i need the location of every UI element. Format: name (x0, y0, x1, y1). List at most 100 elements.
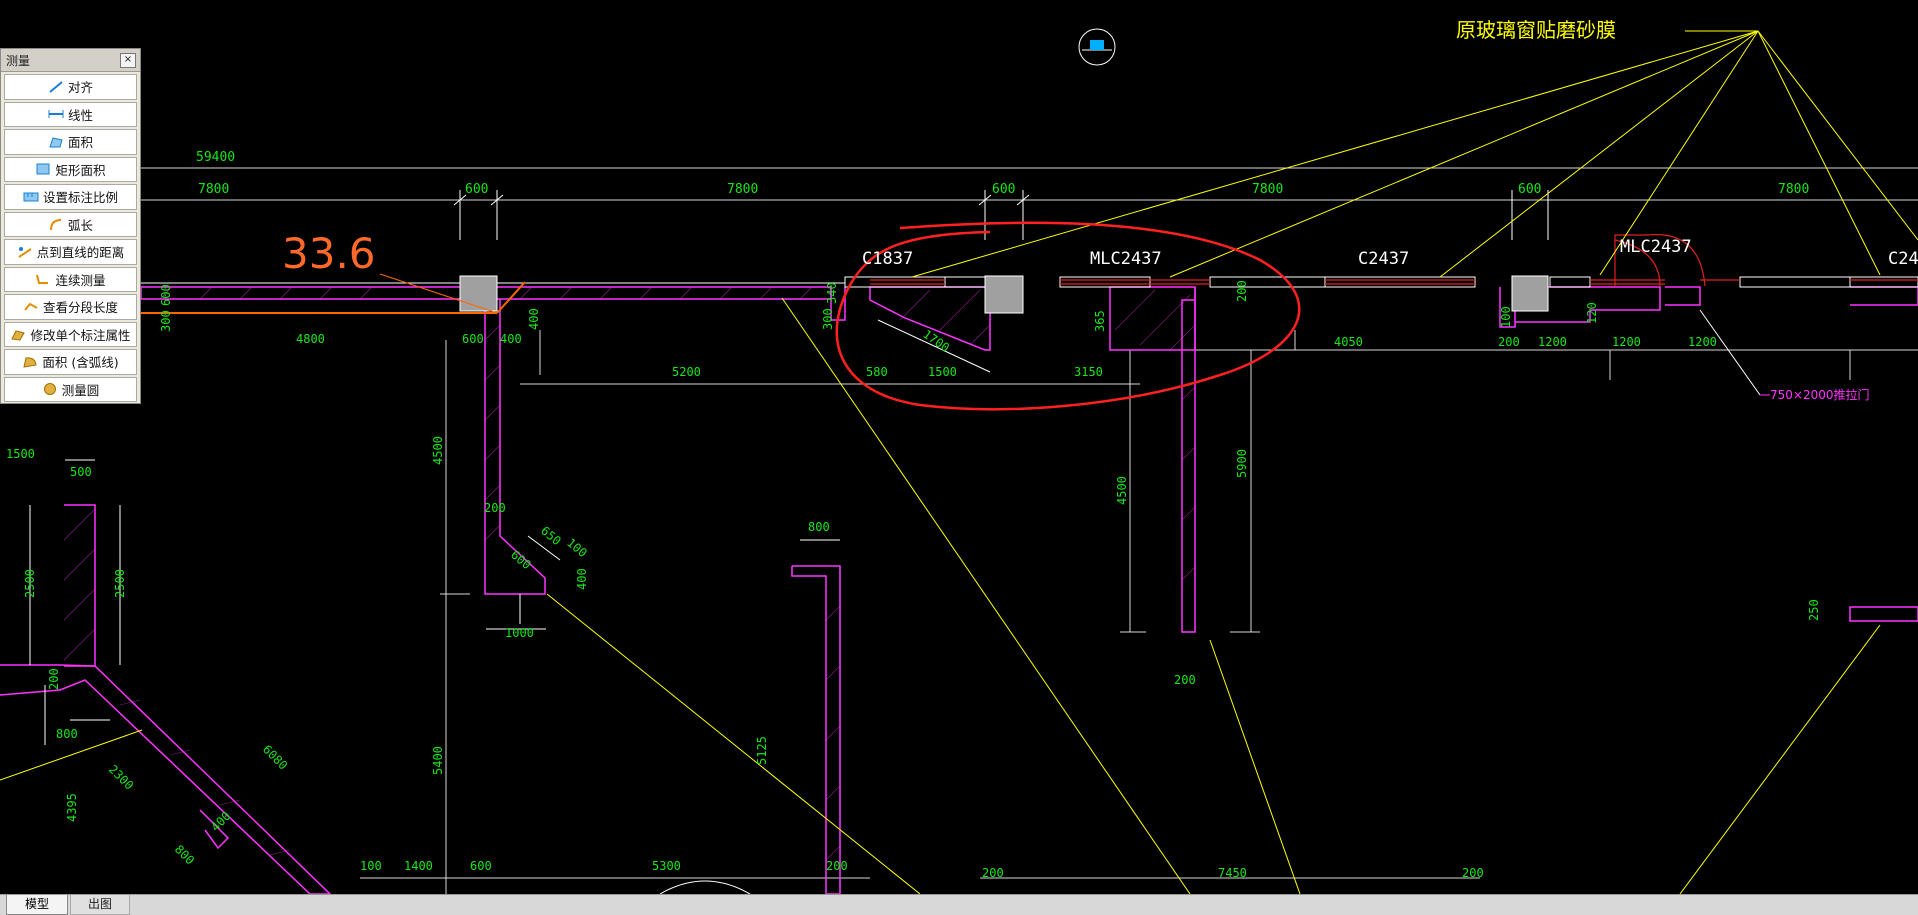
tool-area[interactable]: 面积 (4, 129, 137, 155)
dim-text: 400 (527, 308, 541, 330)
dim-text: 7450 (1218, 866, 1247, 880)
measure-panel-titlebar[interactable]: 测量 × (1, 49, 140, 72)
dimension-texts: 4800 600 400 5200 580 1500 3150 4050 200… (6, 280, 1821, 880)
dim-text: 400 (575, 568, 589, 590)
dim-text: 1200 (1688, 335, 1717, 349)
dim-text: 4800 (296, 332, 325, 346)
dim-text: 6080 (260, 742, 290, 772)
dim-text: 365 (1093, 310, 1107, 332)
tool-label: 面积 (含弧线) (42, 355, 119, 371)
label-mlc2437-a: MLC2437 (1090, 249, 1162, 269)
dim-text: 200 (484, 501, 506, 515)
dim-text: 3150 (1074, 365, 1103, 379)
tool-rect-area[interactable]: 矩形面积 (4, 156, 137, 182)
dim-text: 600 (462, 332, 484, 346)
arc-area-icon (23, 357, 37, 368)
walls (0, 286, 1918, 894)
point-line-distance-icon (18, 246, 32, 258)
tool-label: 对齐 (67, 80, 93, 96)
tool-set-scale[interactable]: 设置标注比例 (4, 184, 137, 210)
dim-text: 100 (360, 859, 382, 873)
top-dim-6: 600 (1518, 182, 1541, 197)
cad-drawing: 原玻璃窗贴磨砂膜 33.6 750×2000推拉门 C1837 MLC2437 … (0, 18, 1918, 894)
top-dim-3: 7800 (727, 182, 758, 197)
dim-ticks (453, 190, 1549, 240)
dim-text: 5300 (652, 859, 681, 873)
dim-text: 120 (1585, 302, 1599, 324)
dim-text: 4500 (1115, 476, 1129, 505)
dim-text: 800 (56, 727, 78, 741)
close-button[interactable]: × (120, 53, 136, 68)
label-c1837: C1837 (862, 249, 913, 269)
tool-aligned[interactable]: 对齐 (4, 74, 137, 100)
dim-text: 580 (866, 365, 888, 379)
dim-text: 5900 (1235, 449, 1249, 478)
top-dim-1: 7800 (198, 182, 229, 197)
tool-label: 修改单个标注属性 (30, 327, 131, 343)
edit-dimension-icon (11, 330, 26, 341)
top-dim-5: 7800 (1252, 182, 1283, 197)
top-dim-4: 600 (992, 182, 1015, 197)
area-icon (49, 137, 63, 148)
dim-text: 5200 (672, 365, 701, 379)
wall-hatch (63, 286, 1196, 861)
tool-label: 线性 (67, 107, 93, 123)
drawing-canvas[interactable]: 原玻璃窗贴磨砂膜 33.6 750×2000推拉门 C1837 MLC2437 … (0, 0, 1918, 894)
tool-linear[interactable]: 线性 (4, 101, 137, 127)
top-dim-7: 7800 (1778, 182, 1809, 197)
dim-text: 500 (70, 465, 92, 479)
dim-text: 1500 (928, 365, 957, 379)
continuous-measure-icon (36, 275, 49, 285)
measure-panel[interactable]: 测量 × 对齐 线性 面积 矩形面积 设置标注比例 弧长 点到直线的距离 连续测… (0, 48, 141, 404)
dim-text: 300 (821, 308, 835, 330)
dim-text: 1500 (6, 447, 35, 461)
tool-label: 测量圆 (61, 382, 100, 398)
tool-label: 弧长 (67, 217, 93, 233)
dim-text: 600 (159, 284, 173, 306)
dim-text: 2500 (113, 569, 127, 598)
top-dim-2: 600 (465, 182, 488, 197)
dim-text: 400 (208, 809, 233, 834)
dim-text: 340 (825, 282, 839, 304)
dim-text: 4395 (65, 793, 79, 822)
segment-length-icon (24, 302, 38, 311)
tool-arc-area[interactable]: 面积 (含弧线) (4, 349, 137, 375)
dim-text: 2300 (106, 762, 136, 792)
arc-door (29, 309, 1770, 894)
tool-continuous-measure[interactable]: 连续测量 (4, 266, 137, 292)
tool-segment-length[interactable]: 查看分段长度 (4, 294, 137, 320)
tab-print[interactable]: 出图 (70, 895, 130, 915)
tab-model[interactable]: 模型 (6, 895, 68, 915)
dim-text: 600 (470, 859, 492, 873)
scale-icon (23, 192, 39, 202)
dim-text: 1000 (505, 626, 534, 640)
dim-text: 100 (1499, 306, 1513, 328)
dim-text: 250 (1807, 599, 1821, 621)
dim-text: 1400 (404, 859, 433, 873)
dim-text: 100 (564, 536, 590, 561)
columns (459, 275, 1549, 314)
tool-circle-measure[interactable]: 测量圆 (4, 376, 137, 402)
arc-length-icon (49, 219, 62, 231)
dim-text: 600 (508, 548, 534, 573)
tool-point-line-distance[interactable]: 点到直线的距离 (4, 239, 137, 265)
tool-edit-dimension[interactable]: 修改单个标注属性 (4, 321, 137, 347)
tool-label: 矩形面积 (55, 162, 106, 178)
rect-area-icon (36, 163, 50, 175)
dim-text: 2500 (23, 569, 37, 598)
dim-text: 200 (826, 859, 848, 873)
tool-arc-length[interactable]: 弧长 (4, 211, 137, 237)
dim-text: 400 (500, 332, 522, 346)
north-symbol (1078, 28, 1116, 66)
layout-tabbar: 模型 出图 (0, 894, 1918, 915)
aligned-dimension-icon (49, 80, 63, 93)
tool-label: 连续测量 (55, 272, 106, 288)
measure-panel-title: 测量 (6, 54, 31, 68)
dim-text: 200 (1498, 335, 1520, 349)
windows (141, 276, 1918, 288)
linear-dimension-icon (48, 110, 64, 119)
dim-text: 200 (1174, 673, 1196, 687)
dim-text: 4050 (1334, 335, 1363, 349)
dim-text: 200 (1235, 280, 1249, 302)
tool-label: 查看分段长度 (42, 300, 118, 316)
